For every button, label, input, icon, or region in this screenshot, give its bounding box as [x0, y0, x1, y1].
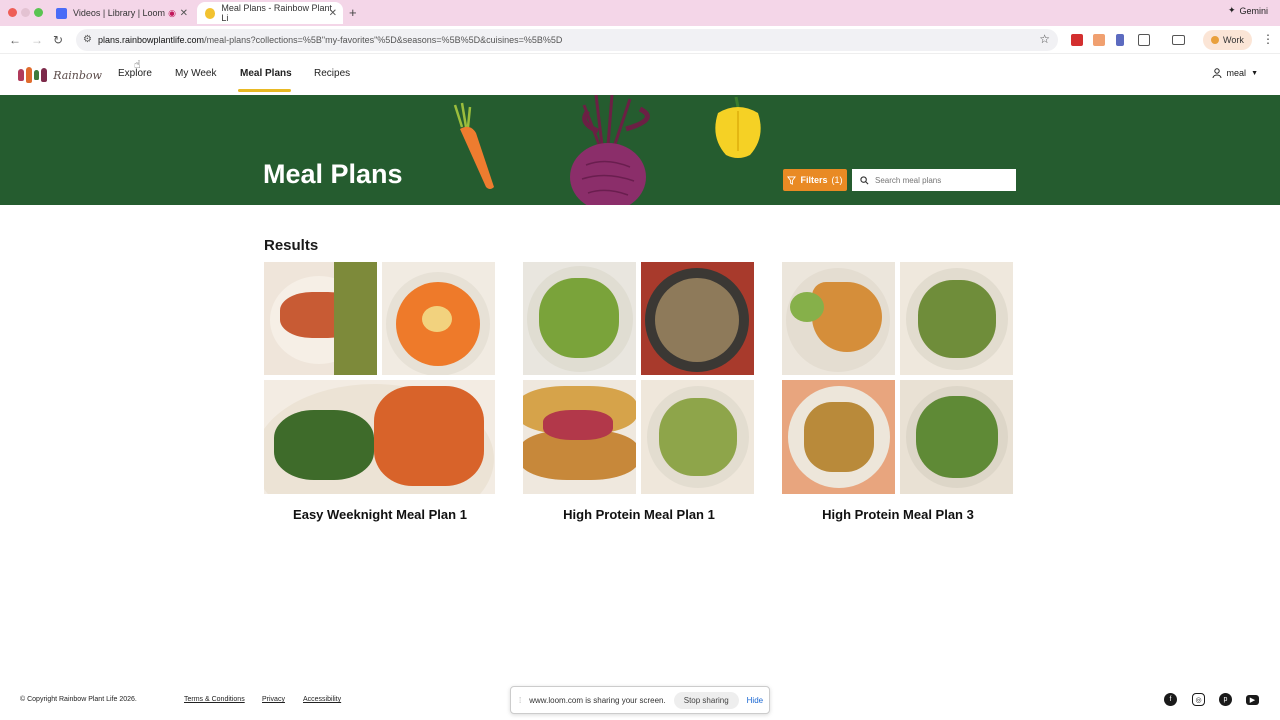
- photo-tacos-2: [523, 380, 636, 494]
- pepper-illustration: [715, 96, 761, 158]
- instagram-icon[interactable]: ◎: [1192, 693, 1205, 706]
- search-icon: [860, 175, 869, 184]
- photo-tofu-broccoli: [264, 380, 495, 494]
- close-window-button[interactable]: [8, 8, 17, 17]
- extension-grid-icon[interactable]: [1093, 34, 1105, 46]
- nav-meal-plans[interactable]: Meal Plans: [240, 68, 292, 79]
- extension-calendar-icon[interactable]: [1071, 34, 1083, 46]
- tab-loom[interactable]: Videos | Library | Loom ◉ ✕: [48, 2, 194, 24]
- terms-link[interactable]: Terms & Conditions: [184, 696, 245, 703]
- bookmark-star-icon[interactable]: ☆: [1039, 32, 1050, 46]
- hide-button[interactable]: Hide: [747, 696, 763, 705]
- meal-plan-photo-grid: [264, 262, 496, 494]
- youtube-icon[interactable]: ▶: [1246, 695, 1259, 705]
- photo-grain-bowl: [641, 262, 754, 375]
- nav-recipes[interactable]: Recipes: [314, 68, 350, 79]
- profile-button[interactable]: Work: [1203, 30, 1252, 50]
- site-logo[interactable]: Rainbow: [18, 64, 102, 86]
- user-menu[interactable]: meal ▼: [1212, 68, 1258, 78]
- close-tab-icon[interactable]: ✕: [180, 8, 188, 19]
- site-header: Rainbow Explore My Week Meal Plans Recip…: [0, 54, 1280, 95]
- stop-sharing-button[interactable]: Stop sharing: [673, 691, 739, 709]
- nav-my-week[interactable]: My Week: [175, 68, 217, 79]
- meal-plan-card[interactable]: High Protein Meal Plan 3: [782, 262, 1014, 532]
- privacy-link[interactable]: Privacy: [262, 696, 285, 703]
- logo-mark: [33, 70, 40, 80]
- page-title: Meal Plans: [263, 159, 403, 189]
- meal-plan-title[interactable]: Easy Weeknight Meal Plan 1: [264, 507, 496, 522]
- browser-menu-icon[interactable]: ⋮: [1262, 32, 1274, 46]
- share-message: www.loom.com is sharing your screen.: [529, 695, 666, 705]
- back-icon[interactable]: ←: [9, 33, 21, 47]
- photo-quesadilla: [782, 262, 895, 375]
- meal-plan-card[interactable]: Easy Weeknight Meal Plan 1: [264, 262, 496, 532]
- meal-plan-title[interactable]: High Protein Meal Plan 1: [523, 507, 755, 522]
- mouse-cursor-icon: ☝: [134, 59, 141, 71]
- site-info-icon[interactable]: ⚙: [83, 34, 92, 45]
- photo-soup: [382, 262, 495, 375]
- tab-meal-plans[interactable]: Meal Plans - Rainbow Plant Li ✕: [197, 2, 343, 24]
- filters-button[interactable]: Filters (1): [783, 169, 847, 191]
- filters-count-badge: (1): [831, 175, 843, 185]
- facebook-icon[interactable]: f: [1164, 693, 1177, 706]
- photo-tacos: [264, 262, 377, 375]
- chevron-down-icon: ▼: [1251, 69, 1258, 77]
- meal-plan-photo-grid: [523, 262, 755, 494]
- beet-illustration: [570, 95, 650, 205]
- url-field[interactable]: ⚙ plans.rainbowplantlife.com/meal-plans?…: [76, 29, 1058, 51]
- meal-plan-photo-grid: [782, 262, 1014, 494]
- new-tab-button[interactable]: +: [349, 5, 357, 20]
- profile-avatar-icon: [1211, 36, 1219, 44]
- tab-title: Meal Plans - Rainbow Plant Li: [221, 3, 332, 23]
- filter-funnel-icon: [787, 175, 797, 185]
- accessibility-link[interactable]: Accessibility: [303, 696, 341, 703]
- logo-mark: [25, 67, 32, 83]
- search-box[interactable]: [852, 169, 1016, 191]
- photo-kale-salad: [900, 262, 1013, 375]
- logo-mark: [41, 68, 48, 82]
- user-icon: [1212, 68, 1222, 78]
- side-panel-icon[interactable]: [1172, 35, 1185, 45]
- carrot-illustration: [453, 102, 494, 189]
- profile-label: Work: [1223, 35, 1244, 45]
- meal-plan-title[interactable]: High Protein Meal Plan 3: [782, 507, 1014, 522]
- gemini-button[interactable]: ✦ Gemini: [1228, 5, 1268, 16]
- sparkle-icon: ✦: [1227, 5, 1236, 15]
- pinterest-icon[interactable]: p: [1219, 693, 1232, 706]
- url-host: plans.rainbowplantlife.com: [98, 35, 205, 45]
- loom-favicon-icon: [56, 7, 67, 19]
- extension-bookmark-icon[interactable]: [1116, 34, 1124, 46]
- rainbow-favicon-icon: [205, 7, 216, 19]
- drag-handle-icon[interactable]: ⁞: [519, 696, 521, 705]
- minimize-window-button[interactable]: [21, 8, 30, 17]
- user-name: meal: [1226, 68, 1247, 78]
- recording-icon: ◉: [168, 7, 176, 18]
- hero-banner: Meal Plans Filters (1): [0, 95, 1280, 205]
- forward-icon[interactable]: →: [31, 33, 43, 47]
- filters-label: Filters: [800, 175, 828, 185]
- photo-noodle-salad: [641, 380, 754, 494]
- extensions-puzzle-icon[interactable]: [1138, 34, 1150, 46]
- address-bar: ← → ↻ ⚙ plans.rainbowplantlife.com/meal-…: [0, 26, 1280, 54]
- photo-chickpea-bowl: [782, 380, 895, 494]
- photo-green-salad: [900, 380, 1013, 494]
- gemini-label: Gemini: [1239, 5, 1268, 16]
- copyright-text: © Copyright Rainbow Plant Life 2026.: [20, 696, 137, 703]
- logo-mark: [18, 69, 24, 81]
- active-nav-indicator: [238, 89, 291, 92]
- screen-share-bar: ⁞ www.loom.com is sharing your screen. S…: [510, 686, 770, 714]
- tab-title: Videos | Library | Loom: [73, 8, 166, 18]
- meal-plan-card[interactable]: High Protein Meal Plan 1: [523, 262, 755, 532]
- logo-text: Rainbow: [53, 68, 102, 82]
- search-input[interactable]: [875, 175, 1005, 185]
- vegetable-illustration: [453, 95, 761, 205]
- photo-green-pasta: [523, 262, 636, 375]
- results-heading: Results: [264, 237, 319, 254]
- maximize-window-button[interactable]: [34, 8, 43, 17]
- browser-tab-bar: Videos | Library | Loom ◉ ✕ Meal Plans -…: [0, 0, 1280, 26]
- url-path: /meal-plans?collections=%5B"my-favorites…: [204, 35, 563, 45]
- reload-icon[interactable]: ↻: [53, 33, 63, 47]
- close-tab-icon[interactable]: ✕: [329, 8, 337, 19]
